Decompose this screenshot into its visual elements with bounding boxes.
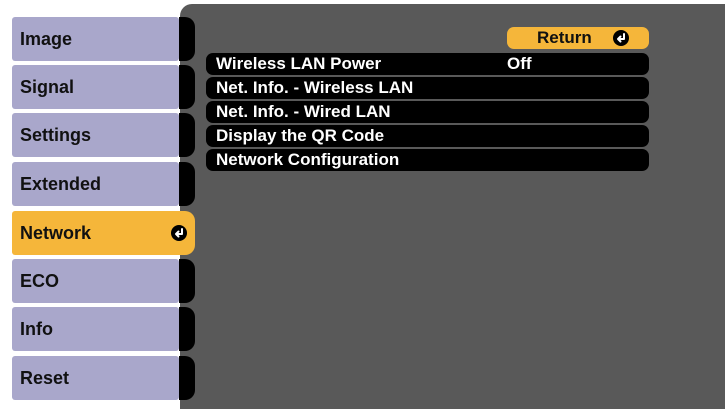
- menu-row-label: Net. Info. - Wired LAN: [216, 102, 391, 121]
- menu-row-wireless-lan-power[interactable]: Wireless LAN Power Off: [206, 53, 649, 75]
- enter-icon: [171, 225, 187, 241]
- return-button[interactable]: Return: [507, 27, 649, 49]
- sidebar-item-reset[interactable]: Reset: [12, 356, 195, 400]
- menu-row-value: Off: [507, 54, 532, 73]
- sidebar-item-network[interactable]: Network: [12, 211, 195, 255]
- sidebar-item-label: Reset: [20, 368, 70, 388]
- sidebar-item-label: Info: [20, 319, 53, 339]
- return-button-label: Return: [537, 28, 592, 47]
- menu-row-network-configuration[interactable]: Network Configuration: [206, 149, 649, 171]
- menu-row-net-info-wired-lan[interactable]: Net. Info. - Wired LAN: [206, 101, 649, 123]
- sidebar-item-tab-cap: [179, 162, 195, 206]
- menu-row-label: Net. Info. - Wireless LAN: [216, 78, 414, 97]
- sidebar-item-tab-cap: [179, 17, 195, 61]
- sidebar-item-label: Network: [20, 223, 92, 243]
- sidebar-item-tab-cap: [179, 356, 195, 400]
- sidebar-item-label: Image: [20, 29, 73, 49]
- sidebar-item-settings[interactable]: Settings: [12, 113, 195, 157]
- menu-row-label: Network Configuration: [216, 150, 400, 169]
- sidebar-item-tab-cap: [179, 65, 195, 109]
- sidebar-item-label: Settings: [20, 125, 92, 145]
- sidebar-item-label: Extended: [20, 174, 102, 194]
- sidebar-item-info[interactable]: Info: [12, 307, 195, 351]
- sidebar-item-tab-cap: [179, 259, 195, 303]
- menu-row-label: Display the QR Code: [216, 126, 385, 145]
- sidebar-item-extended[interactable]: Extended: [12, 162, 195, 206]
- sidebar-item-label: ECO: [20, 271, 60, 291]
- sidebar-item-label: Signal: [20, 77, 75, 97]
- menu-row-label: Wireless LAN Power: [216, 54, 382, 73]
- sidebar-item-tab-cap: [179, 113, 195, 157]
- projector-menu: Image Signal Settings Extended Network E…: [0, 0, 725, 409]
- sidebar-item-tab-cap: [179, 307, 195, 351]
- menu-row-display-qr-code[interactable]: Display the QR Code: [206, 125, 649, 147]
- enter-icon: [613, 30, 629, 46]
- menu-row-net-info-wireless-lan[interactable]: Net. Info. - Wireless LAN: [206, 77, 649, 99]
- sidebar-item-eco[interactable]: ECO: [12, 259, 195, 303]
- sidebar-item-image[interactable]: Image: [12, 17, 195, 61]
- sidebar-item-signal[interactable]: Signal: [12, 65, 195, 109]
